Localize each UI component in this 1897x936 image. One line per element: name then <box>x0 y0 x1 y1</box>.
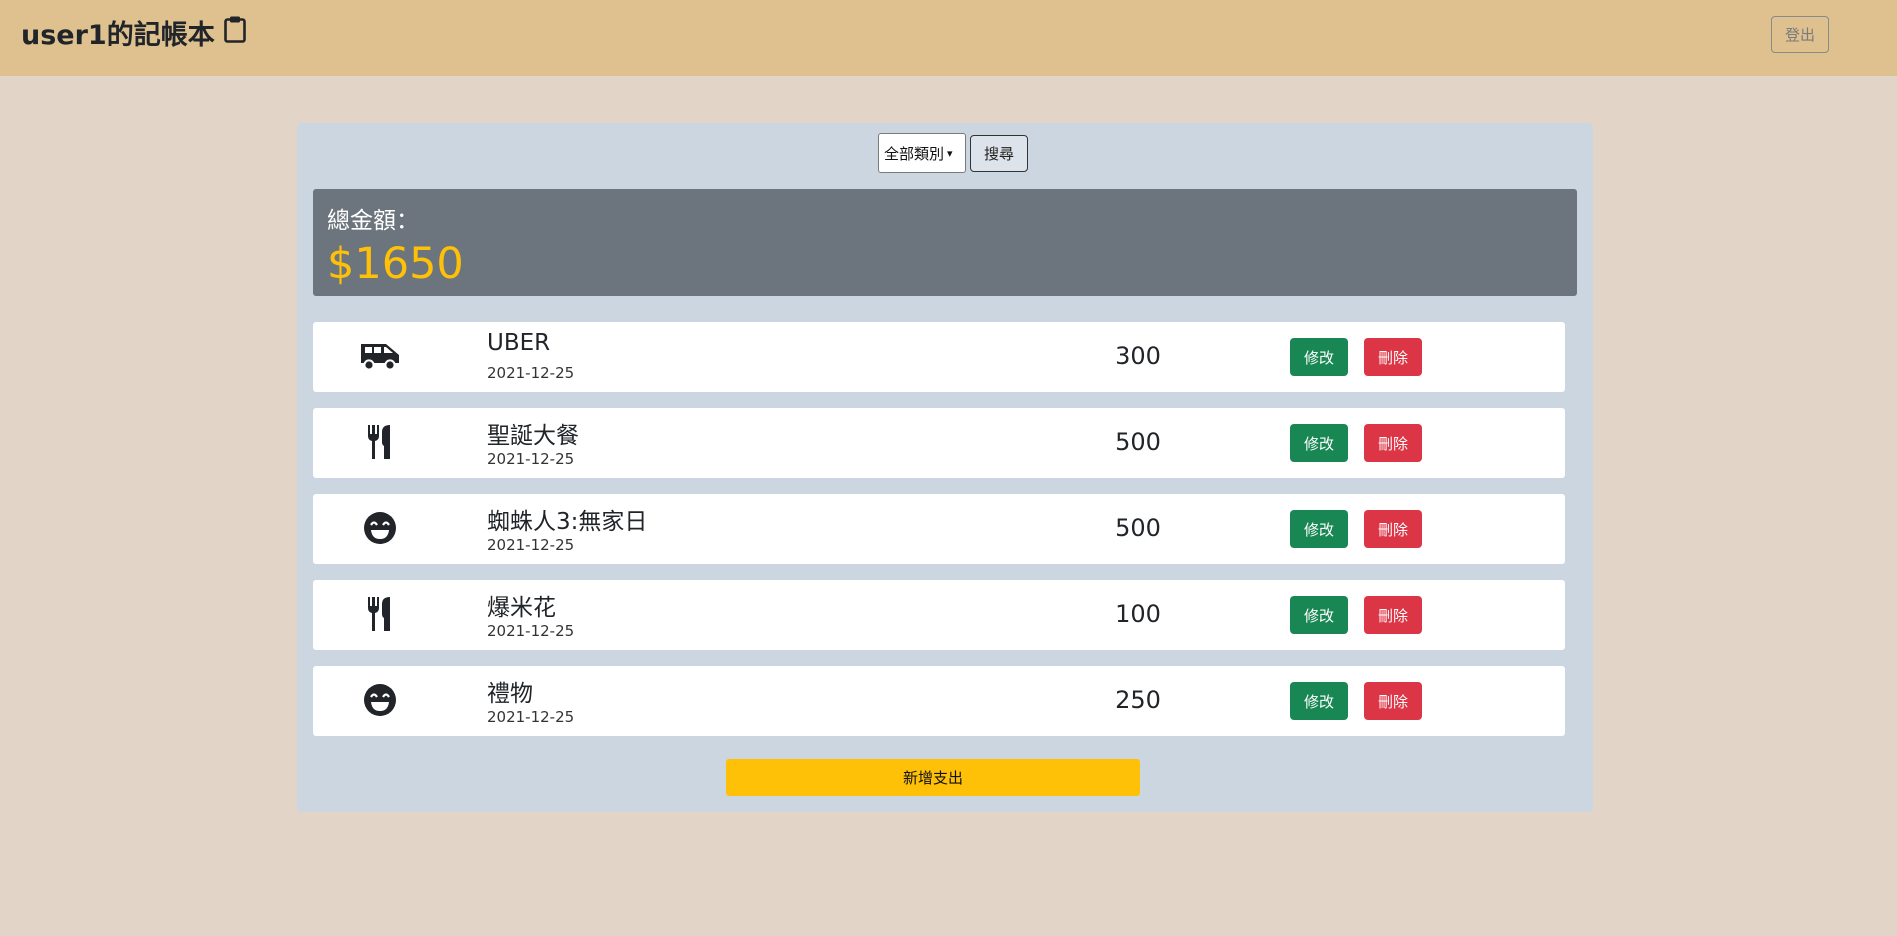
category-select[interactable]: 全部類別 ▾ <box>878 133 966 173</box>
smile-icon <box>358 508 402 548</box>
edit-button[interactable]: 修改 <box>1290 424 1348 462</box>
record-date: 2021-12-25 <box>487 364 575 382</box>
utensils-icon <box>358 422 402 462</box>
record-amount: 250 <box>1115 686 1161 714</box>
edit-button[interactable]: 修改 <box>1290 338 1348 376</box>
record-row: 爆米花 2021-12-25 100 修改 刪除 <box>313 580 1565 650</box>
record-date: 2021-12-25 <box>487 708 575 726</box>
delete-button[interactable]: 刪除 <box>1364 596 1422 634</box>
category-select-value: 全部類別 <box>884 144 945 163</box>
record-row: UBER 2021-12-25 300 修改 刪除 <box>313 322 1565 392</box>
van-icon <box>358 336 402 376</box>
navbar: user1的記帳本 登出 <box>0 0 1897 76</box>
record-date: 2021-12-25 <box>487 536 575 554</box>
add-expense-button[interactable]: 新增支出 <box>726 759 1140 796</box>
total-label: 總金額： <box>327 208 419 234</box>
record-date: 2021-12-25 <box>487 622 575 640</box>
chevron-down-icon: ▾ <box>947 146 953 160</box>
edit-button[interactable]: 修改 <box>1290 682 1348 720</box>
app-brand[interactable]: user1的記帳本 <box>21 13 247 52</box>
record-amount: 500 <box>1115 514 1161 542</box>
record-name: 蜘蛛人3:無家日 <box>487 509 648 535</box>
record-amount: 300 <box>1115 342 1161 370</box>
record-amount: 100 <box>1115 600 1161 628</box>
logout-button[interactable]: 登出 <box>1771 16 1829 53</box>
record-name: 爆米花 <box>487 595 556 621</box>
record-amount: 500 <box>1115 428 1161 456</box>
expense-panel: 全部類別 ▾ 搜尋 總金額： $1650 UBER 2021-12-25 300… <box>297 123 1593 812</box>
record-row: 蜘蛛人3:無家日 2021-12-25 500 修改 刪除 <box>313 494 1565 564</box>
delete-button[interactable]: 刪除 <box>1364 510 1422 548</box>
record-row: 聖誕大餐 2021-12-25 500 修改 刪除 <box>313 408 1565 478</box>
record-date: 2021-12-25 <box>487 450 575 468</box>
total-amount: $1650 <box>327 239 464 289</box>
category-filter: 全部類別 ▾ 搜尋 <box>878 133 1028 173</box>
delete-button[interactable]: 刪除 <box>1364 424 1422 462</box>
clipboard-icon <box>223 15 247 50</box>
delete-button[interactable]: 刪除 <box>1364 338 1422 376</box>
search-button[interactable]: 搜尋 <box>970 134 1028 172</box>
delete-button[interactable]: 刪除 <box>1364 682 1422 720</box>
smile-icon <box>358 680 402 720</box>
record-name: UBER <box>487 330 551 356</box>
edit-button[interactable]: 修改 <box>1290 596 1348 634</box>
edit-button[interactable]: 修改 <box>1290 510 1348 548</box>
record-name: 禮物 <box>487 681 533 707</box>
record-row: 禮物 2021-12-25 250 修改 刪除 <box>313 666 1565 736</box>
app-title: user1的記帳本 <box>21 20 215 51</box>
utensils-icon <box>358 594 402 634</box>
record-name: 聖誕大餐 <box>487 423 579 449</box>
total-summary: 總金額： $1650 <box>313 189 1577 296</box>
